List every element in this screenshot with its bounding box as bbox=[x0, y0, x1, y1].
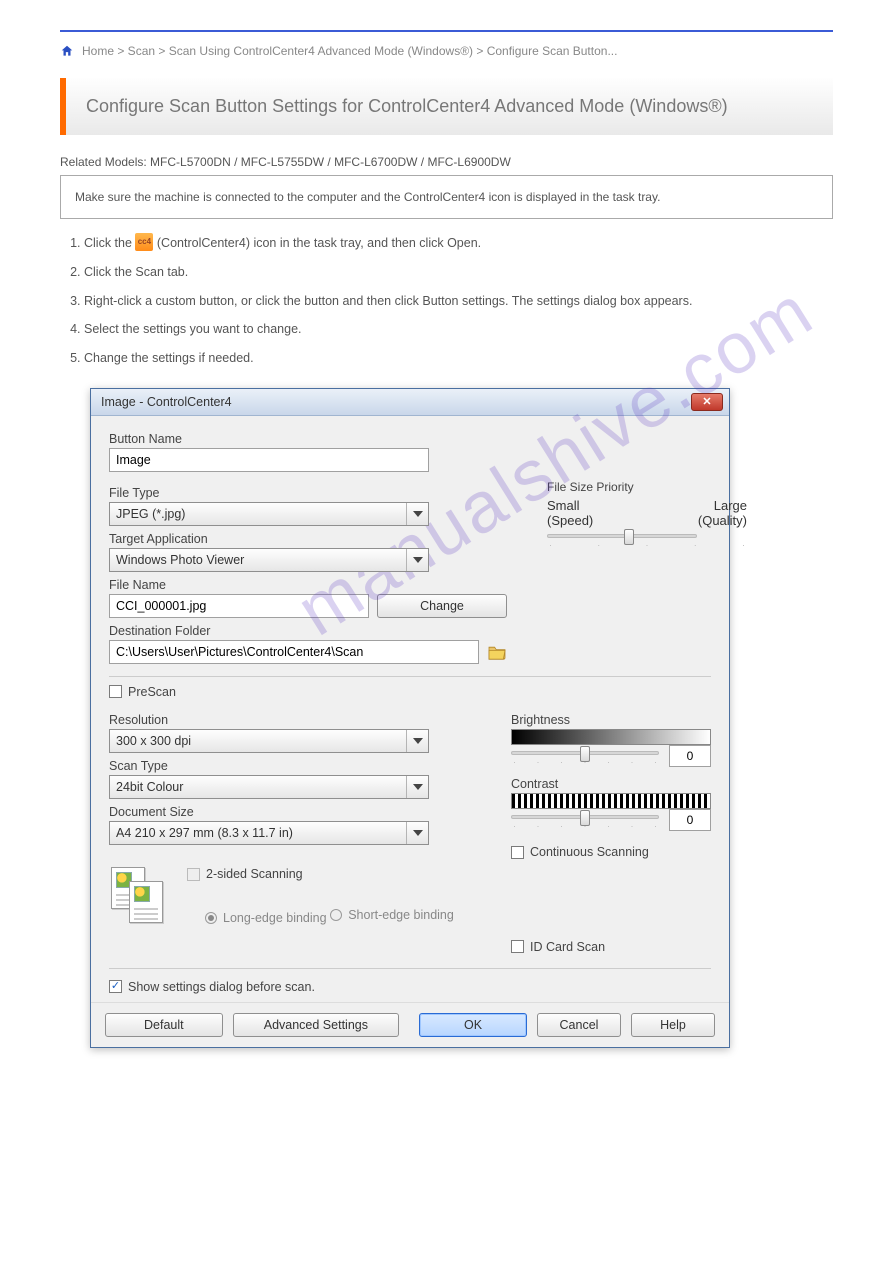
brightness-label: Brightness bbox=[511, 713, 711, 727]
brightness-slider[interactable] bbox=[511, 751, 659, 755]
checkbox-icon bbox=[109, 685, 122, 698]
step-5: Change the settings if needed. bbox=[84, 349, 833, 368]
chevron-down-icon bbox=[406, 822, 428, 844]
home-icon[interactable] bbox=[60, 44, 74, 58]
target-app-label: Target Application bbox=[109, 532, 507, 546]
folder-browse-button[interactable] bbox=[487, 644, 507, 660]
breadcrumb: Home > Scan > Scan Using ControlCenter4 … bbox=[82, 44, 617, 58]
quality-label: (Quality) bbox=[698, 513, 747, 528]
brightness-value[interactable] bbox=[669, 745, 711, 767]
short-edge-radio: Short-edge binding bbox=[330, 908, 454, 922]
dest-folder-input[interactable] bbox=[109, 640, 479, 664]
file-type-label: File Type bbox=[109, 486, 507, 500]
step-2: Click the Scan tab. bbox=[84, 263, 833, 282]
idcard-label: ID Card Scan bbox=[530, 940, 605, 954]
step-1-text-a: Click the bbox=[84, 236, 135, 250]
doc-size-value: A4 210 x 297 mm (8.3 x 11.7 in) bbox=[116, 826, 293, 840]
title-band: Configure Scan Button Settings for Contr… bbox=[60, 78, 833, 135]
checkbox-icon bbox=[109, 980, 122, 993]
intro-note: Make sure the machine is connected to th… bbox=[60, 175, 833, 219]
close-button[interactable]: ✕ bbox=[691, 393, 723, 411]
show-settings-label: Show settings dialog before scan. bbox=[128, 980, 315, 994]
radio-icon bbox=[205, 912, 217, 924]
small-label: Small bbox=[547, 498, 580, 513]
target-app-dropdown[interactable]: Windows Photo Viewer bbox=[109, 548, 429, 572]
contrast-label: Contrast bbox=[511, 777, 711, 791]
ok-button[interactable]: OK bbox=[419, 1013, 527, 1037]
cancel-button[interactable]: Cancel bbox=[537, 1013, 621, 1037]
divider bbox=[109, 676, 711, 677]
checkbox-icon bbox=[511, 846, 524, 859]
dialog-window: Image - ControlCenter4 ✕ Button Name Fil… bbox=[90, 388, 730, 1048]
related-models: Related Models: MFC-L5700DN / MFC-L5755D… bbox=[60, 155, 833, 169]
change-button[interactable]: Change bbox=[377, 594, 507, 618]
show-settings-checkbox[interactable]: Show settings dialog before scan. bbox=[109, 980, 315, 994]
file-size-slider[interactable] bbox=[547, 534, 697, 538]
close-icon: ✕ bbox=[702, 395, 711, 408]
file-size-priority-label: File Size Priority bbox=[547, 480, 747, 494]
resolution-value: 300 x 300 dpi bbox=[116, 734, 191, 748]
prescan-label: PreScan bbox=[128, 685, 176, 699]
dialog-title: Image - ControlCenter4 bbox=[101, 395, 232, 409]
resolution-label: Resolution bbox=[109, 713, 471, 727]
advanced-settings-button[interactable]: Advanced Settings bbox=[233, 1013, 399, 1037]
doc-size-dropdown[interactable]: A4 210 x 297 mm (8.3 x 11.7 in) bbox=[109, 821, 429, 845]
scan-type-value: 24bit Colour bbox=[116, 780, 183, 794]
resolution-dropdown[interactable]: 300 x 300 dpi bbox=[109, 729, 429, 753]
file-name-input[interactable] bbox=[109, 594, 369, 618]
contrast-value[interactable] bbox=[669, 809, 711, 831]
step-4: Select the settings you want to change. bbox=[84, 320, 833, 339]
doc-size-label: Document Size bbox=[109, 805, 471, 819]
contrast-preview bbox=[511, 793, 711, 809]
button-name-input[interactable] bbox=[109, 448, 429, 472]
file-name-label: File Name bbox=[109, 578, 507, 592]
steps-list: Click the (ControlCenter4) icon in the t… bbox=[60, 233, 833, 368]
continuous-scanning-checkbox[interactable]: Continuous Scanning bbox=[511, 845, 649, 859]
divider bbox=[109, 968, 711, 969]
dialog-button-bar: Default Advanced Settings OK Cancel Help bbox=[91, 1002, 729, 1047]
page-title: Configure Scan Button Settings for Contr… bbox=[86, 96, 728, 116]
button-name-label: Button Name bbox=[109, 432, 711, 446]
brightness-preview bbox=[511, 729, 711, 745]
chevron-down-icon bbox=[406, 549, 428, 571]
chevron-down-icon bbox=[406, 776, 428, 798]
default-button[interactable]: Default bbox=[105, 1013, 223, 1037]
dialog-titlebar: Image - ControlCenter4 ✕ bbox=[91, 389, 729, 416]
contrast-slider[interactable] bbox=[511, 815, 659, 819]
help-button[interactable]: Help bbox=[631, 1013, 715, 1037]
file-type-value: JPEG (*.jpg) bbox=[116, 507, 185, 521]
chevron-down-icon bbox=[406, 730, 428, 752]
id-card-scan-checkbox[interactable]: ID Card Scan bbox=[511, 940, 605, 954]
top-divider bbox=[60, 30, 833, 32]
chevron-down-icon bbox=[406, 503, 428, 525]
radio-icon bbox=[330, 909, 342, 921]
checkbox-icon bbox=[511, 940, 524, 953]
prescan-checkbox[interactable]: PreScan bbox=[109, 685, 176, 699]
long-edge-radio: Long-edge binding bbox=[205, 911, 327, 925]
two-sided-checkbox[interactable]: 2-sided Scanning bbox=[187, 867, 303, 881]
large-label: Large bbox=[714, 498, 747, 513]
step-1-text-b: (ControlCenter4) icon in the task tray, … bbox=[157, 236, 481, 250]
speed-label: (Speed) bbox=[547, 513, 593, 528]
cc4-icon bbox=[135, 233, 153, 251]
scan-type-dropdown[interactable]: 24bit Colour bbox=[109, 775, 429, 799]
continuous-label: Continuous Scanning bbox=[530, 845, 649, 859]
two-sided-label: 2-sided Scanning bbox=[206, 867, 303, 881]
target-app-value: Windows Photo Viewer bbox=[116, 553, 244, 567]
step-1: Click the (ControlCenter4) icon in the t… bbox=[84, 233, 833, 253]
scan-type-label: Scan Type bbox=[109, 759, 471, 773]
two-sided-illustration bbox=[109, 867, 167, 925]
step-3: Right-click a custom button, or click th… bbox=[84, 292, 833, 311]
dest-folder-label: Destination Folder bbox=[109, 624, 507, 638]
long-edge-label: Long-edge binding bbox=[223, 911, 327, 925]
short-edge-label: Short-edge binding bbox=[348, 908, 454, 922]
file-type-dropdown[interactable]: JPEG (*.jpg) bbox=[109, 502, 429, 526]
checkbox-icon bbox=[187, 868, 200, 881]
